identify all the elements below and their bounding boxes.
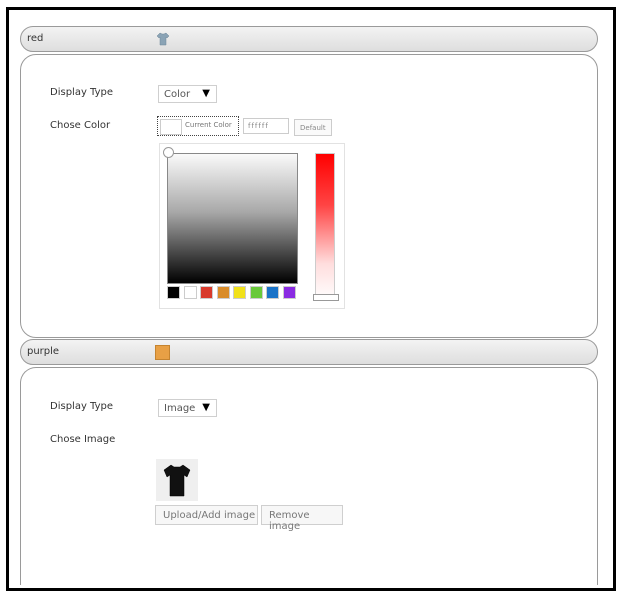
current-color-swatch[interactable]: Current Color (157, 116, 239, 136)
palette-swatch[interactable] (216, 286, 230, 299)
upload-image-button[interactable]: Upload/Add image (155, 505, 258, 525)
display-type-value: Color (164, 89, 191, 100)
section-panel-purple (20, 367, 598, 585)
tshirt-icon (157, 32, 169, 46)
color-picker (159, 143, 345, 309)
palette-swatch[interactable] (167, 286, 180, 299)
display-type-select[interactable]: Color ▼ (158, 85, 217, 103)
section-header-purple[interactable]: purple (20, 339, 598, 365)
hue-slider-handle[interactable] (313, 294, 339, 301)
display-type-select[interactable]: Image ▼ (158, 399, 217, 417)
palette-swatch[interactable] (183, 286, 197, 299)
upload-image-label: Upload/Add image (163, 510, 256, 521)
palette-swatch[interactable] (282, 286, 296, 299)
current-color-text: Current Color (185, 121, 232, 129)
palette-swatch[interactable] (233, 286, 246, 299)
default-button[interactable]: Default (294, 119, 332, 136)
tshirt-icon (163, 464, 191, 497)
color-swatch (155, 345, 170, 360)
hex-input[interactable]: ffffff (243, 118, 289, 134)
saturation-value-area[interactable] (167, 153, 298, 284)
default-button-label: Default (300, 124, 326, 132)
display-type-value: Image (164, 403, 196, 414)
current-color-preview (160, 119, 182, 135)
palette-swatch[interactable] (200, 286, 213, 299)
display-type-label: Display Type (50, 401, 114, 412)
hue-slider[interactable] (315, 153, 335, 301)
palette-swatch[interactable] (249, 286, 263, 299)
display-type-label: Display Type (50, 87, 114, 98)
picker-handle[interactable] (163, 147, 174, 158)
remove-image-button[interactable]: Remove image (261, 505, 343, 532)
section-name: purple (27, 346, 60, 357)
image-thumbnail[interactable] (156, 459, 198, 501)
section-name: red (27, 33, 44, 44)
hex-value: ffffff (248, 122, 269, 130)
chose-image-label: Chose Image (50, 434, 116, 445)
palette-swatch[interactable] (266, 286, 279, 299)
section-header-red[interactable]: red (20, 26, 598, 52)
chose-color-label: Chose Color (50, 120, 111, 131)
caret-down-icon: ▼ (202, 88, 210, 99)
caret-down-icon: ▼ (202, 402, 210, 413)
